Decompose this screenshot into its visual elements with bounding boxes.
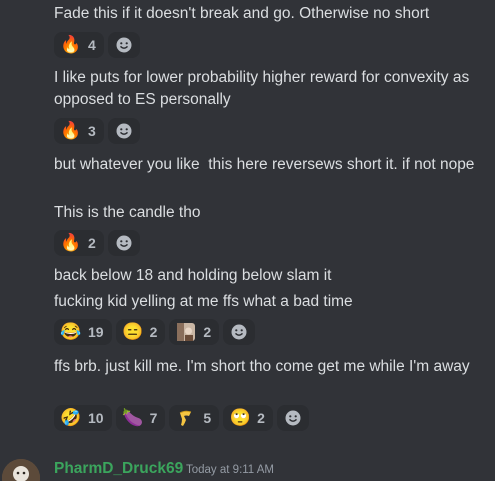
rofl-icon: 🤣 [60,408,82,427]
rolling-eyes-icon: 🙄 [229,408,251,427]
fire-icon: 🔥 [60,35,82,54]
add-reaction-button[interactable] [223,319,256,345]
reaction-count: 19 [88,324,104,340]
add-reaction-button[interactable] [107,118,140,144]
message-text: ffs brb. just kill me. I'm short tho com… [54,358,470,375]
eggplant-icon: 🍆 [122,408,144,427]
reaction-bar: 😂 19 😑 2 2 [54,319,256,345]
reaction-fire[interactable]: 🔥 3 [54,118,104,144]
reaction-custom-image[interactable]: 2 [169,319,220,345]
message-timestamp: Today at 9:11 AM [186,464,275,476]
username[interactable]: PharmD_Druck69 [54,458,183,480]
reaction-custom-yellow[interactable]: 5 [169,405,220,431]
reaction-count: 7 [149,410,158,426]
fire-icon: 🔥 [60,233,82,252]
joy-icon: 😂 [60,322,82,341]
reaction-bar: 🔥 4 [54,32,140,58]
reaction-rolling-eyes[interactable]: 🙄 2 [223,405,273,431]
smile-plus-icon [285,410,301,426]
reaction-fire[interactable]: 🔥 2 [54,230,104,256]
message-text: I like puts for lower probability higher… [54,69,474,108]
reaction-count: 2 [257,410,265,426]
reaction-count: 3 [88,123,96,139]
message-text: fucking kid yelling at me ffs what a bad… [54,293,353,310]
message-text: Fade this if it doesn't break and go. Ot… [54,5,430,22]
reaction-joy[interactable]: 😂 19 [54,319,112,345]
custom-yellow-emoji-icon [176,408,196,428]
reaction-count: 10 [88,410,104,426]
chat-message-list: Fade this if it doesn't break and go. Ot… [0,0,495,481]
reaction-bar: 🔥 3 [54,118,140,144]
custom-image-emoji-icon [176,322,196,342]
reaction-count: 2 [203,324,212,340]
reaction-eggplant[interactable]: 🍆 7 [115,405,166,431]
reaction-rofl[interactable]: 🤣 10 [54,405,112,431]
message-text: but whatever you like this here reversew… [54,156,475,173]
smile-plus-icon [116,123,132,139]
message-text: back below 18 and holding below slam it [54,267,332,284]
reaction-bar: 🔥 2 [54,230,140,256]
reaction-count: 5 [203,410,212,426]
add-reaction-button[interactable] [276,405,309,431]
reaction-count: 2 [149,324,158,340]
add-reaction-button[interactable] [107,230,140,256]
reaction-expressionless[interactable]: 😑 2 [115,319,166,345]
smile-plus-icon [116,37,132,53]
reaction-fire[interactable]: 🔥 4 [54,32,104,58]
reaction-count: 4 [88,37,96,53]
avatar[interactable] [2,459,40,481]
fire-icon: 🔥 [60,121,82,140]
message-text: This is the candle tho [54,204,201,221]
reaction-count: 2 [88,235,96,251]
smile-plus-icon [116,235,132,251]
message-header: PharmD_Druck69 Today at 9:11 AM [0,452,495,481]
expressionless-icon: 😑 [122,322,144,341]
smile-plus-icon [231,324,247,340]
reaction-bar: 🤣 10 🍆 7 5 🙄 2 [54,405,309,431]
add-reaction-button[interactable] [107,32,140,58]
